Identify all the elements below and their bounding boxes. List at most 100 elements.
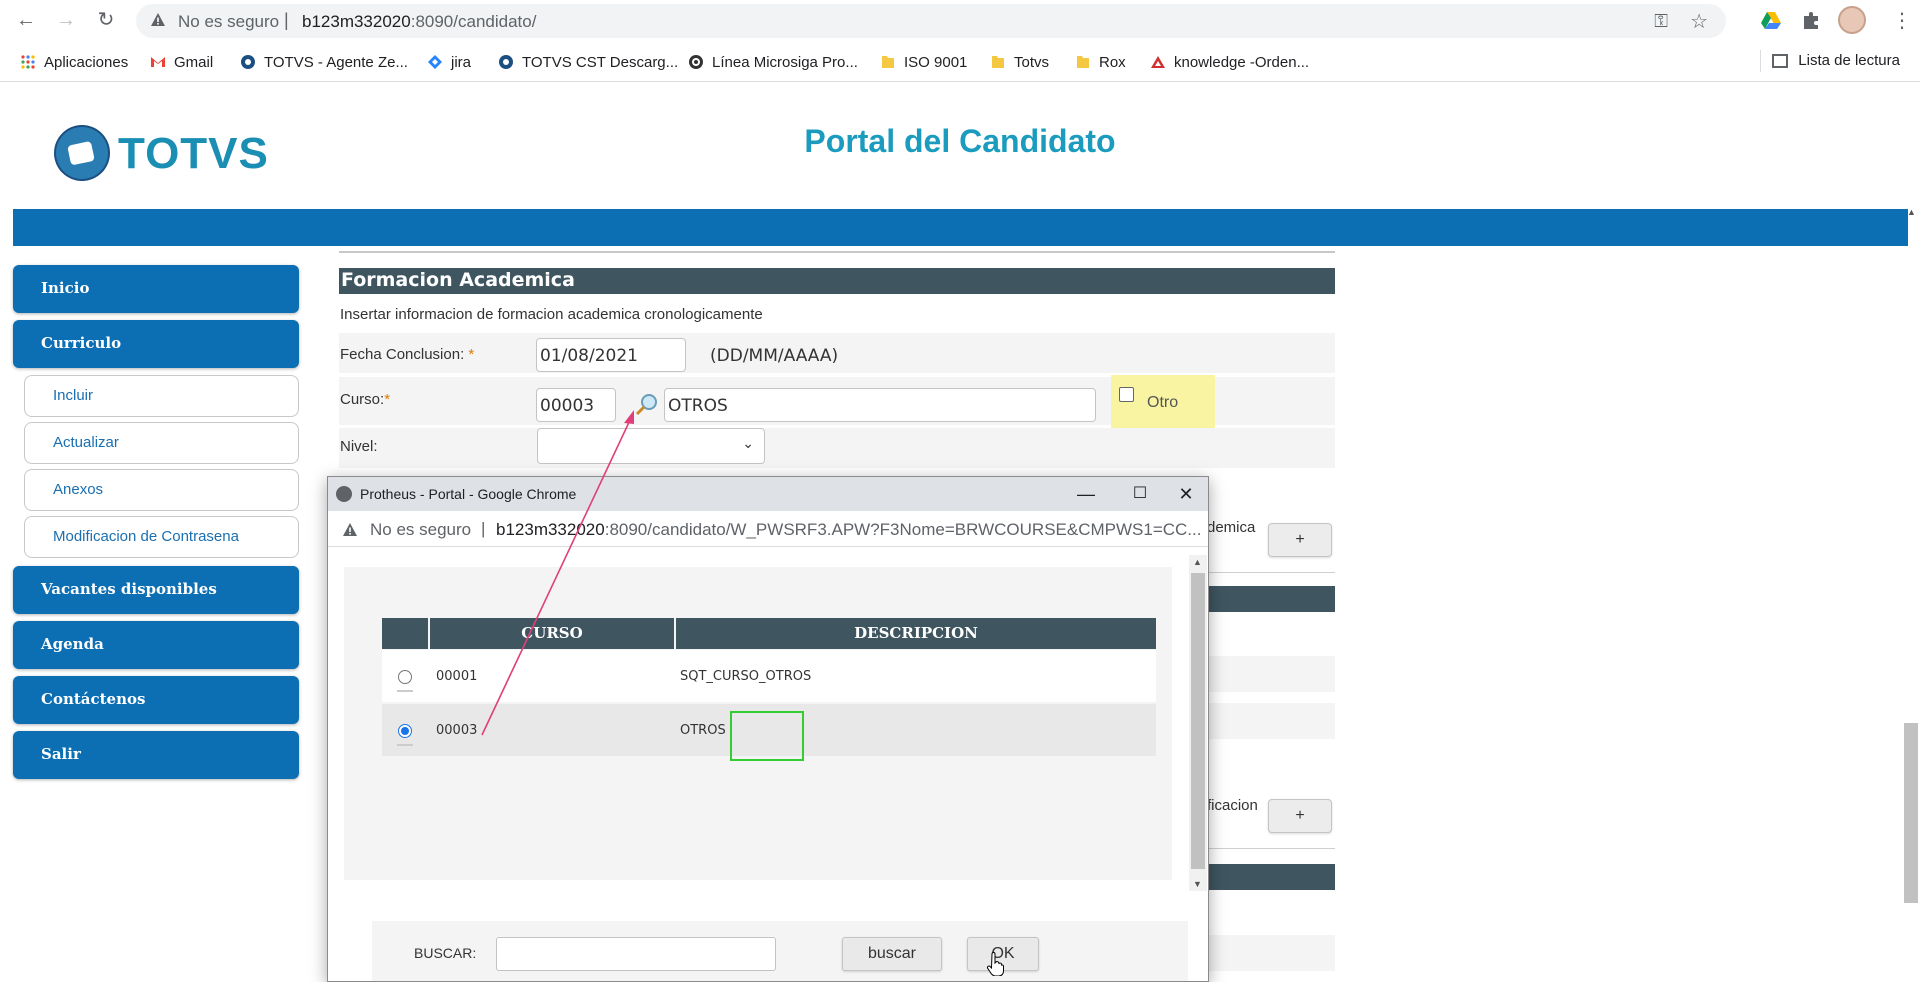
address-separator: | — [481, 519, 486, 538]
row-bg-clipped — [1205, 935, 1335, 971]
bookmark-label: Gmail — [174, 53, 214, 71]
sidebar-item-agenda[interactable]: Agenda — [13, 621, 299, 669]
sidebar-subitem-incluir[interactable]: Incluir — [24, 375, 299, 417]
row-bg-clipped — [1205, 703, 1335, 739]
sidebar-subitem-actualizar[interactable]: Actualizar — [24, 422, 299, 464]
sidebar-subitem-contrasena[interactable]: Modificacion de Contrasena — [24, 516, 299, 558]
bookmark-label: ISO 9001 — [904, 53, 968, 71]
section-header-clipped — [1205, 586, 1335, 612]
profile-avatar[interactable] — [1838, 6, 1866, 34]
insecure-label: No es seguro — [370, 520, 472, 539]
browser-toolbar: ← → ↻ No es seguro | b123m332020:8090/ca… — [0, 0, 1920, 42]
otro-label: Otro — [1147, 394, 1179, 411]
bookmark-label: TOTVS - Agente Ze... — [264, 53, 408, 71]
divider — [1205, 572, 1335, 573]
bookmark-label: Aplicaciones — [44, 53, 129, 71]
address-bar[interactable]: No es seguro | b123m332020:8090/candidat… — [136, 4, 1726, 38]
bookmark-jira[interactable]: jira — [427, 52, 471, 72]
popup-window-title: Protheus - Portal - Google Chrome — [360, 486, 577, 502]
sidebar-item-curriculo[interactable]: Curriculo — [13, 320, 299, 368]
curso-cell: 00001 — [436, 669, 478, 684]
back-icon[interactable]: ← — [14, 8, 38, 32]
maximize-icon[interactable]: ☐ — [1120, 481, 1160, 507]
chrome-icon — [336, 486, 352, 502]
folder-icon — [992, 56, 1004, 68]
reading-list-label: Lista de lectura — [1798, 52, 1900, 69]
descripcion-cell: SQT_CURSO_OTROS — [680, 669, 812, 684]
reading-list-icon — [1772, 53, 1789, 68]
annotation-green-box — [730, 711, 804, 761]
google-drive-icon[interactable] — [1760, 9, 1782, 31]
address-separator: | — [284, 10, 289, 30]
radio-underline — [397, 744, 413, 746]
sidebar-item-inicio[interactable]: Inicio — [13, 265, 299, 313]
scrollbar-thumb[interactable] — [1904, 723, 1918, 903]
bookmark-label: TOTVS CST Descarg... — [522, 53, 679, 71]
bookmark-knowledge[interactable]: knowledge -Orden... — [1150, 52, 1309, 72]
sidebar-item-vacantes[interactable]: Vacantes disponibles — [13, 566, 299, 614]
sidebar-item-salir[interactable]: Salir — [13, 731, 299, 779]
bookmarks-divider — [1760, 50, 1761, 72]
curso-code-input[interactable]: 00003 — [536, 388, 616, 422]
buscar-input[interactable] — [496, 937, 776, 971]
search-lens-icon[interactable] — [634, 391, 660, 417]
bookmark-aplicaciones[interactable]: Aplicaciones — [20, 52, 128, 72]
close-icon[interactable]: ✕ — [1166, 481, 1206, 507]
totvs-icon — [241, 55, 255, 69]
bookmark-totvs-cst[interactable]: TOTVS CST Descarg... — [498, 52, 678, 72]
row-radio-selected[interactable] — [398, 724, 412, 738]
url-path: :8090/candidato/ — [410, 12, 537, 31]
otro-checkbox[interactable] — [1119, 387, 1134, 402]
nivel-row — [339, 428, 1335, 468]
insecure-label: No es seguro — [178, 12, 280, 31]
bookmark-label: Línea Microsiga Pro... — [712, 53, 858, 71]
curso-label: Curso:* — [340, 391, 390, 408]
extensions-icon[interactable] — [1800, 9, 1822, 31]
bookmark-rox[interactable]: Rox — [1075, 52, 1126, 72]
bookmark-microsiga[interactable]: Línea Microsiga Pro... — [688, 52, 858, 72]
bookmark-label: knowledge -Orden... — [1174, 53, 1310, 71]
section-header-clipped — [1205, 864, 1335, 890]
scroll-down-icon[interactable]: ▼ — [1193, 879, 1202, 889]
bookmark-iso-9001[interactable]: ISO 9001 — [880, 52, 967, 72]
popup-address-bar[interactable]: No es seguro | b123m332020:8090/candidat… — [328, 511, 1208, 547]
popup-title-bar[interactable]: Protheus - Portal - Google Chrome — ☐ ✕ — [328, 477, 1208, 511]
protheus-popup-window: Protheus - Portal - Google Chrome — ☐ ✕ … — [327, 476, 1209, 982]
date-format-hint: (DD/MM/AAAA) — [710, 346, 839, 366]
otro-highlight: Otro — [1111, 375, 1215, 433]
bookmark-gmail[interactable]: Gmail — [150, 52, 213, 72]
warning-icon — [343, 523, 357, 536]
nivel-select[interactable]: ⌄ — [537, 428, 765, 464]
apps-grid-icon — [21, 55, 35, 69]
row-radio[interactable] — [398, 670, 412, 684]
bookmark-star-icon[interactable]: ☆ — [1690, 9, 1708, 34]
bookmark-totvs-folder[interactable]: Totvs — [990, 52, 1049, 72]
totvs-icon — [499, 55, 513, 69]
scroll-up-icon[interactable]: ▲ — [1907, 207, 1916, 217]
bookmark-label: Rox — [1099, 53, 1126, 71]
scroll-up-icon[interactable]: ▲ — [1193, 557, 1202, 567]
forward-icon[interactable]: → — [54, 8, 78, 32]
popup-scrollbar[interactable]: ▲ ▼ — [1189, 555, 1207, 891]
sidebar-subitem-anexos[interactable]: Anexos — [24, 469, 299, 511]
descripcion-cell: OTROS — [680, 723, 726, 738]
fecha-conclusion-input[interactable]: 01/08/2021 — [536, 338, 686, 372]
scrollbar-thumb[interactable] — [1191, 573, 1205, 869]
key-icon[interactable]: ⚿ — [1654, 11, 1668, 32]
url-host: b123m332020 — [302, 12, 411, 31]
page-scrollbar[interactable]: ▲ — [1902, 203, 1920, 982]
minimize-icon[interactable]: — — [1066, 481, 1106, 507]
hand-cursor-icon — [986, 952, 1004, 976]
reading-list-button[interactable]: Lista de lectura — [1772, 52, 1900, 69]
add-certificacion-button[interactable]: + — [1268, 799, 1332, 833]
table-row[interactable]: 00001 SQT_CURSO_OTROS — [382, 650, 1156, 702]
buscar-button[interactable]: buscar — [842, 937, 942, 971]
bookmark-totvs-agente[interactable]: TOTVS - Agente Ze... — [240, 52, 408, 72]
curso-description-input[interactable]: OTROS — [664, 388, 1096, 422]
add-formacion-button[interactable]: + — [1268, 523, 1332, 557]
sidebar-item-contactenos[interactable]: Contáctenos — [13, 676, 299, 724]
warning-icon — [151, 13, 165, 26]
reload-icon[interactable]: ↻ — [94, 8, 118, 32]
menu-kebab-icon[interactable]: ⋮ — [1892, 8, 1912, 33]
clipped-label-academica: demica — [1207, 519, 1256, 536]
